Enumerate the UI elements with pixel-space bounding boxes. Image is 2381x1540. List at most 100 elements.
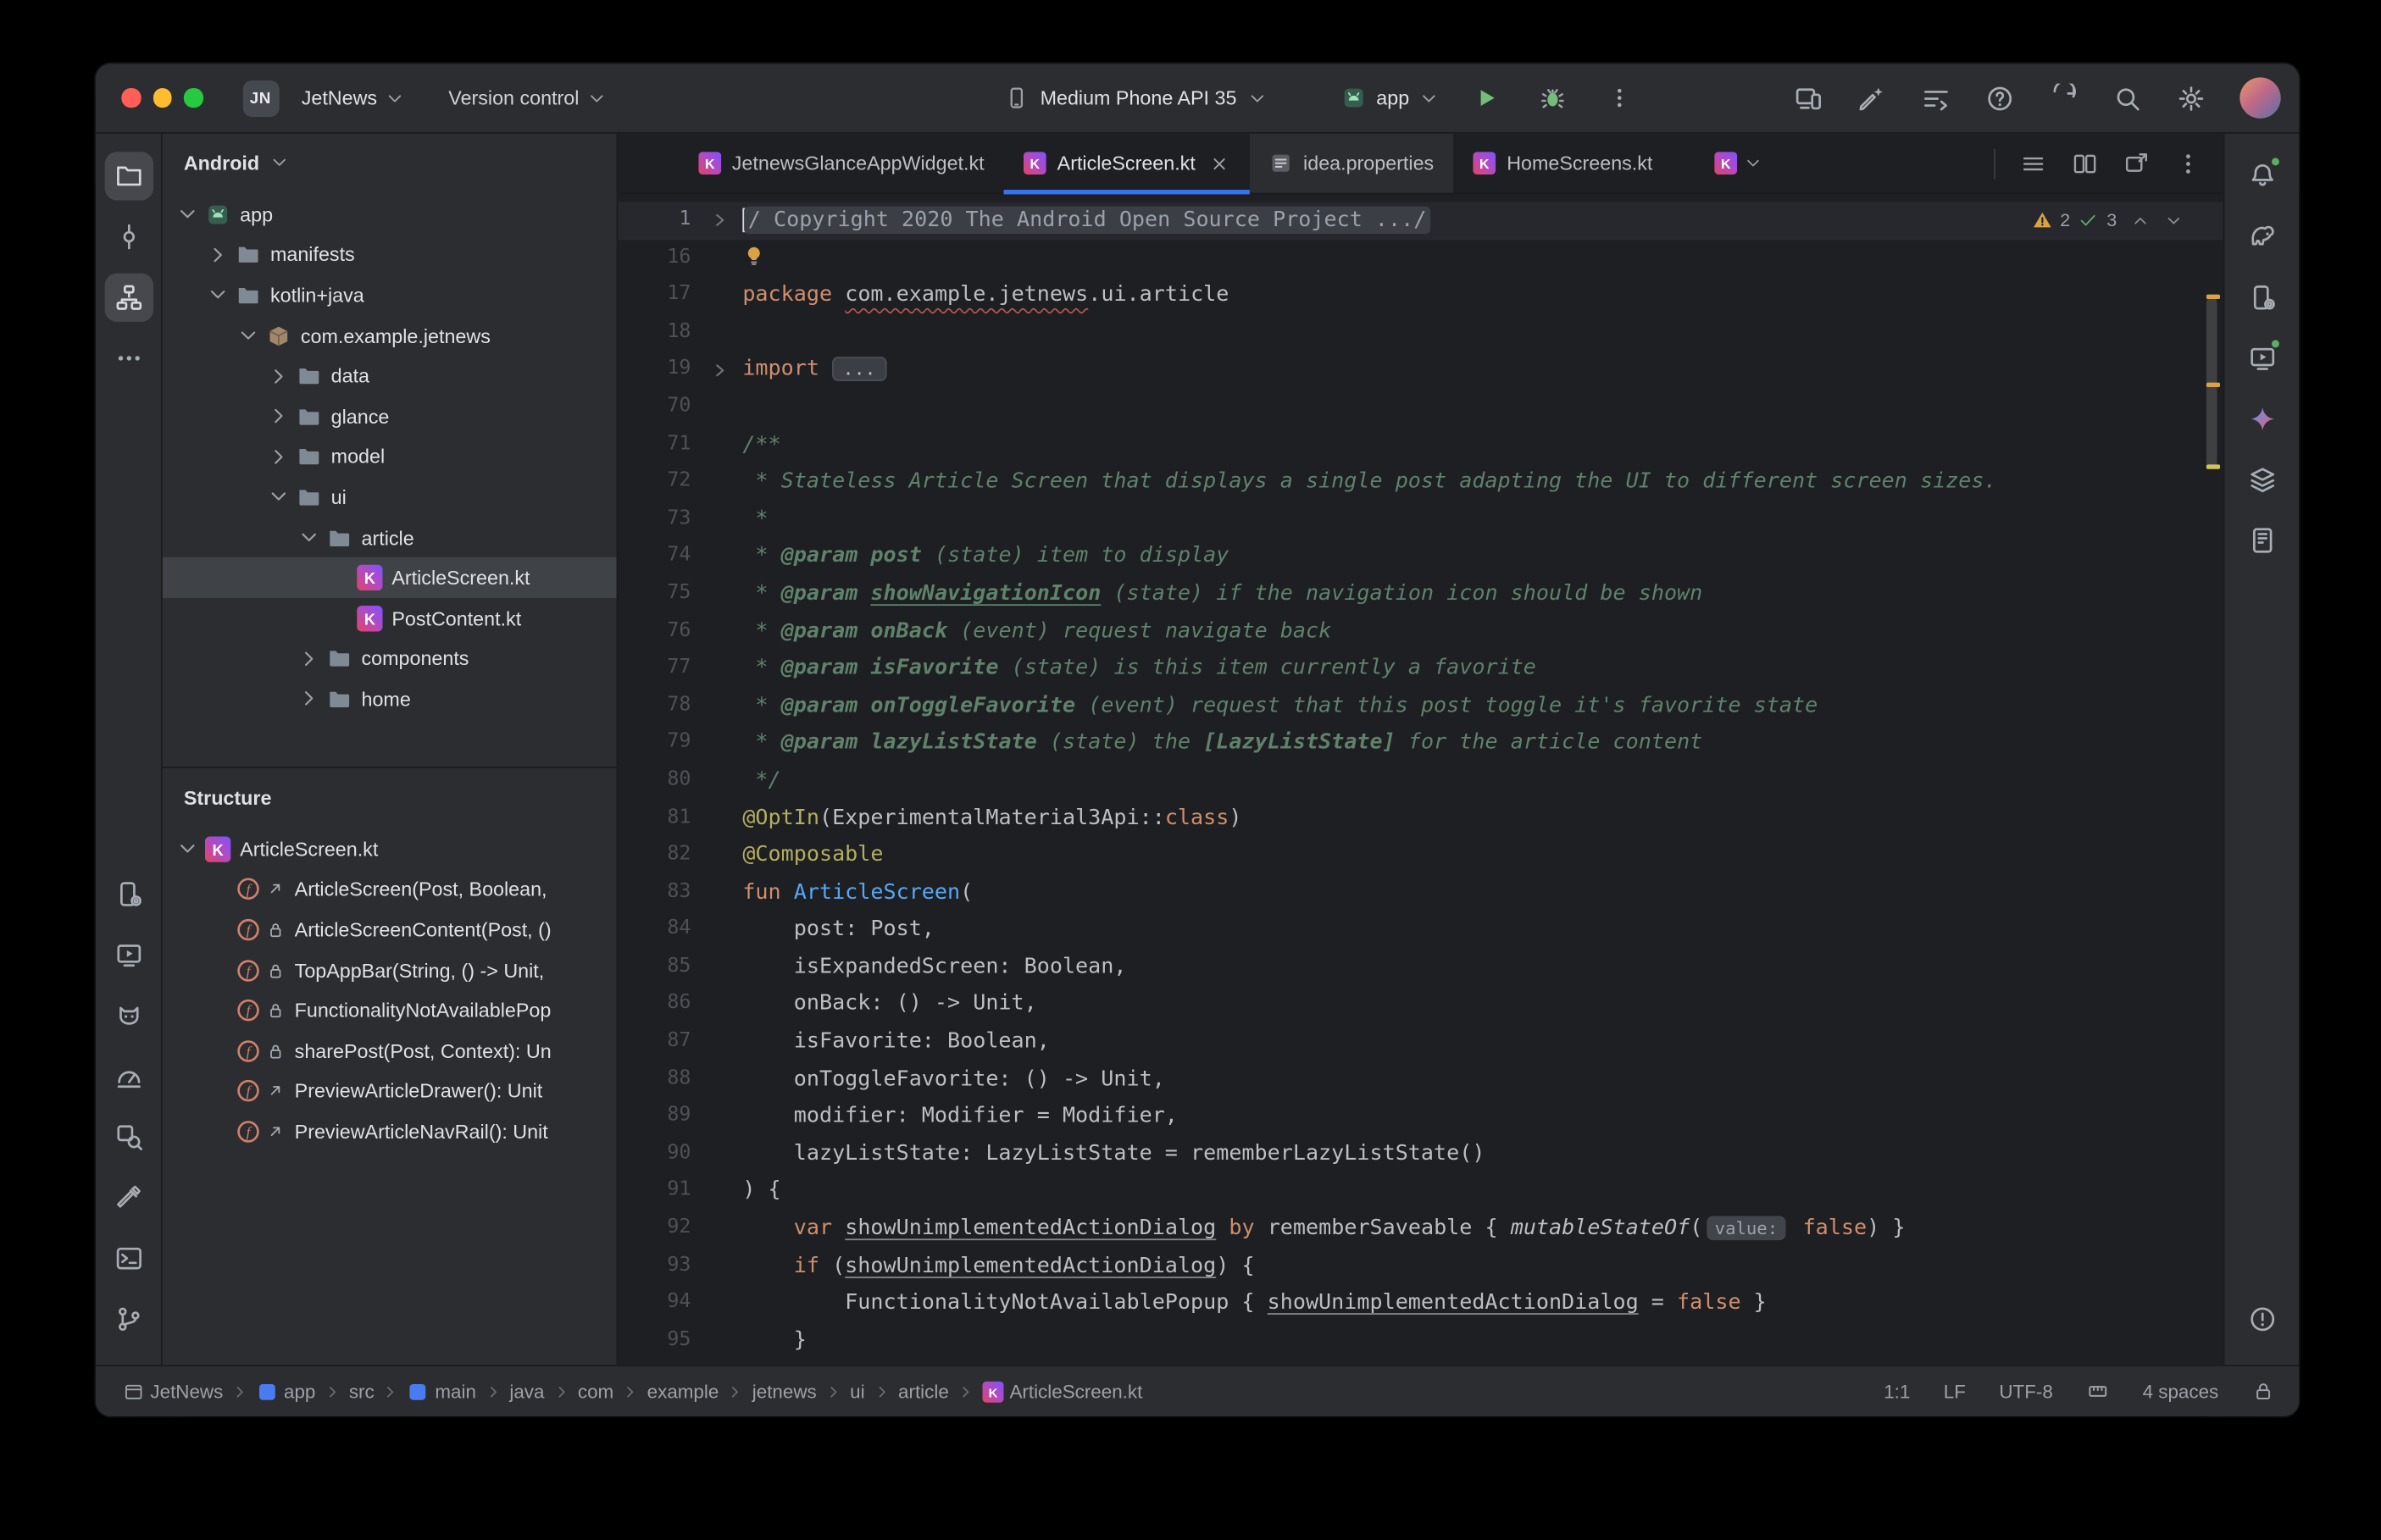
tool-window-button-problems[interactable]	[2238, 1295, 2286, 1343]
status-line-separator[interactable]: LF	[1944, 1381, 1966, 1402]
editor-options-icon[interactable]	[2174, 150, 2201, 177]
code-inspections-button[interactable]	[1915, 77, 1957, 119]
status-caret-position[interactable]: 1:1	[1884, 1381, 1910, 1402]
code-editor[interactable]: 1/ Copyright 2020 The Android Open Sourc…	[618, 194, 2223, 1365]
tool-window-button-device-manager[interactable]	[104, 870, 153, 918]
chevron-down-icon[interactable]	[175, 202, 200, 227]
code-line-86[interactable]: 86 onBack: () -> Unit,	[618, 986, 2223, 1023]
project-tree-item-articlescreen-kt[interactable]: KArticleScreen.kt	[163, 557, 617, 598]
vcs-widget[interactable]: Version control	[438, 80, 619, 115]
code-line-77[interactable]: 77 * @param isFavorite (state) is this i…	[618, 650, 2223, 687]
status-ruler[interactable]	[2086, 1380, 2109, 1403]
tool-window-button-terminal[interactable]	[104, 1234, 153, 1282]
line-number[interactable]: 77	[618, 650, 697, 687]
line-number[interactable]: 79	[618, 724, 697, 762]
code-line-80[interactable]: 80 */	[618, 762, 2223, 799]
line-number[interactable]: 95	[618, 1322, 697, 1360]
line-number[interactable]: 84	[618, 911, 697, 949]
structure-item-sharepost-post-context-un[interactable]: fsharePost(Post, Context): Un	[163, 1031, 617, 1072]
fold-marker-icon[interactable]	[697, 352, 743, 389]
structure-item-articlescreencontent-post[interactable]: fArticleScreenContent(Post, ()	[163, 910, 617, 950]
code-line-75[interactable]: 75 * @param showNavigationIcon (state) i…	[618, 575, 2223, 612]
breadcrumb-java[interactable]: java	[507, 1377, 547, 1404]
line-number[interactable]: 88	[618, 1061, 697, 1098]
code-line-19[interactable]: 19import ...	[618, 352, 2223, 389]
device-mirroring-button[interactable]	[1787, 77, 1829, 119]
project-tree-item-components[interactable]: components	[163, 639, 617, 679]
structure-item-topappbar-string-unit[interactable]: fTopAppBar(String, () -> Unit,	[163, 950, 617, 990]
code-line-81[interactable]: 81@OptIn(ExperimentalMaterial3Api::class…	[618, 800, 2223, 837]
code-line-17[interactable]: 17package com.example.jetnews.ui.article	[618, 276, 2223, 313]
code-line-18[interactable]: 18	[618, 314, 2223, 352]
line-number[interactable]: 91	[618, 1172, 697, 1210]
more-run-options-button[interactable]	[1597, 77, 1640, 119]
line-number[interactable]: 71	[618, 426, 697, 463]
line-number[interactable]: 92	[618, 1210, 697, 1247]
chevron-right-icon[interactable]	[205, 243, 230, 268]
code-line-83[interactable]: 83fun ArticleScreen(	[618, 874, 2223, 911]
tool-window-button-gemini[interactable]	[2238, 395, 2286, 443]
tool-window-button-device-manager[interactable]	[2238, 274, 2286, 322]
code-line-82[interactable]: 82@Composable	[618, 837, 2223, 874]
structure-item-articlescreen-kt[interactable]: KArticleScreen.kt	[163, 828, 617, 869]
line-number[interactable]: 87	[618, 1023, 697, 1061]
status-readonly-lock[interactable]	[2252, 1380, 2275, 1403]
troubleshoot-button[interactable]	[1979, 77, 2021, 119]
tool-window-button-app-inspection[interactable]	[104, 1113, 153, 1161]
project-tree-item-postcontent-kt[interactable]: KPostContent.kt	[163, 598, 617, 639]
tool-window-button-build-variants[interactable]	[2238, 456, 2286, 504]
breadcrumb-example[interactable]: example	[644, 1377, 722, 1404]
project-tree-item-kotlin-java[interactable]: kotlin+java	[163, 275, 617, 316]
zoom-window-button[interactable]	[184, 88, 203, 107]
code-line-74[interactable]: 74 * @param post (state) item to display	[618, 538, 2223, 575]
code-line-88[interactable]: 88 onToggleFavorite: () -> Unit,	[618, 1061, 2223, 1098]
line-number[interactable]: 93	[618, 1247, 697, 1284]
code-line-76[interactable]: 76 * @param onBack (event) request navig…	[618, 612, 2223, 650]
line-number[interactable]: 16	[618, 239, 697, 276]
inspections-widget[interactable]: 2 3	[2031, 209, 2184, 230]
project-tree-item-glance[interactable]: glance	[163, 396, 617, 437]
run-button[interactable]	[1464, 77, 1507, 119]
previous-problem-icon[interactable]	[2130, 210, 2150, 230]
tool-window-button-commit[interactable]	[104, 213, 153, 261]
project-tree-item-home[interactable]: home	[163, 679, 617, 719]
line-number[interactable]: 86	[618, 986, 697, 1023]
breadcrumb-main[interactable]: main	[405, 1377, 480, 1404]
line-number[interactable]: 75	[618, 575, 697, 612]
chevron-down-icon[interactable]	[266, 485, 291, 509]
project-tree-item-app[interactable]: app	[163, 194, 617, 235]
project-widget[interactable]: JetNews	[291, 80, 416, 115]
close-window-button[interactable]	[121, 88, 140, 107]
minimize-window-button[interactable]	[153, 88, 171, 107]
code-line-1[interactable]: 1/ Copyright 2020 The Android Open Sourc…	[618, 202, 2223, 239]
breadcrumb-src[interactable]: src	[346, 1377, 377, 1404]
code-line-73[interactable]: 73 *	[618, 501, 2223, 538]
breadcrumb-article[interactable]: article	[895, 1377, 952, 1404]
structure-item-previewarticlenavrail-unit[interactable]: fPreviewArticleNavRail(): Unit	[163, 1111, 617, 1152]
line-number[interactable]: 73	[618, 501, 697, 538]
chevron-down-icon[interactable]	[175, 837, 200, 861]
tool-window-button-notifications[interactable]	[2238, 152, 2286, 200]
line-number[interactable]: 1	[618, 202, 697, 239]
line-number[interactable]: 18	[618, 314, 697, 352]
line-number[interactable]: 76	[618, 612, 697, 650]
line-number[interactable]: 81	[618, 800, 697, 837]
tool-window-button-running-devices[interactable]	[2238, 334, 2286, 382]
code-line-79[interactable]: 79 * @param lazyListState (state) the [L…	[618, 724, 2223, 762]
editor-tab-homescreens-kt[interactable]: KHomeScreens.kt	[1453, 134, 1672, 193]
settings-button[interactable]	[2170, 77, 2212, 119]
editor-tab-idea-properties[interactable]: idea.properties	[1250, 134, 1453, 193]
editor-tab-jetnewsglanceappwidget-kt[interactable]: KJetnewsGlanceAppWidget.kt	[679, 134, 1004, 193]
project-tree-item-manifests[interactable]: manifests	[163, 235, 617, 275]
breadcrumb-jetnews[interactable]: jetnews	[749, 1377, 819, 1404]
tool-window-button-build[interactable]	[104, 1173, 153, 1221]
status-file-encoding[interactable]: UTF-8	[1999, 1381, 2052, 1402]
avatar[interactable]	[2239, 77, 2280, 118]
run-configuration-selector[interactable]: app	[1341, 85, 1440, 110]
tool-window-button-running-devices[interactable]	[104, 931, 153, 979]
chevron-right-icon[interactable]	[266, 404, 291, 429]
tool-window-button-more[interactable]	[104, 334, 153, 382]
chevron-down-icon[interactable]	[296, 525, 321, 550]
chevron-right-icon[interactable]	[296, 646, 321, 671]
next-problem-icon[interactable]	[2164, 210, 2184, 230]
